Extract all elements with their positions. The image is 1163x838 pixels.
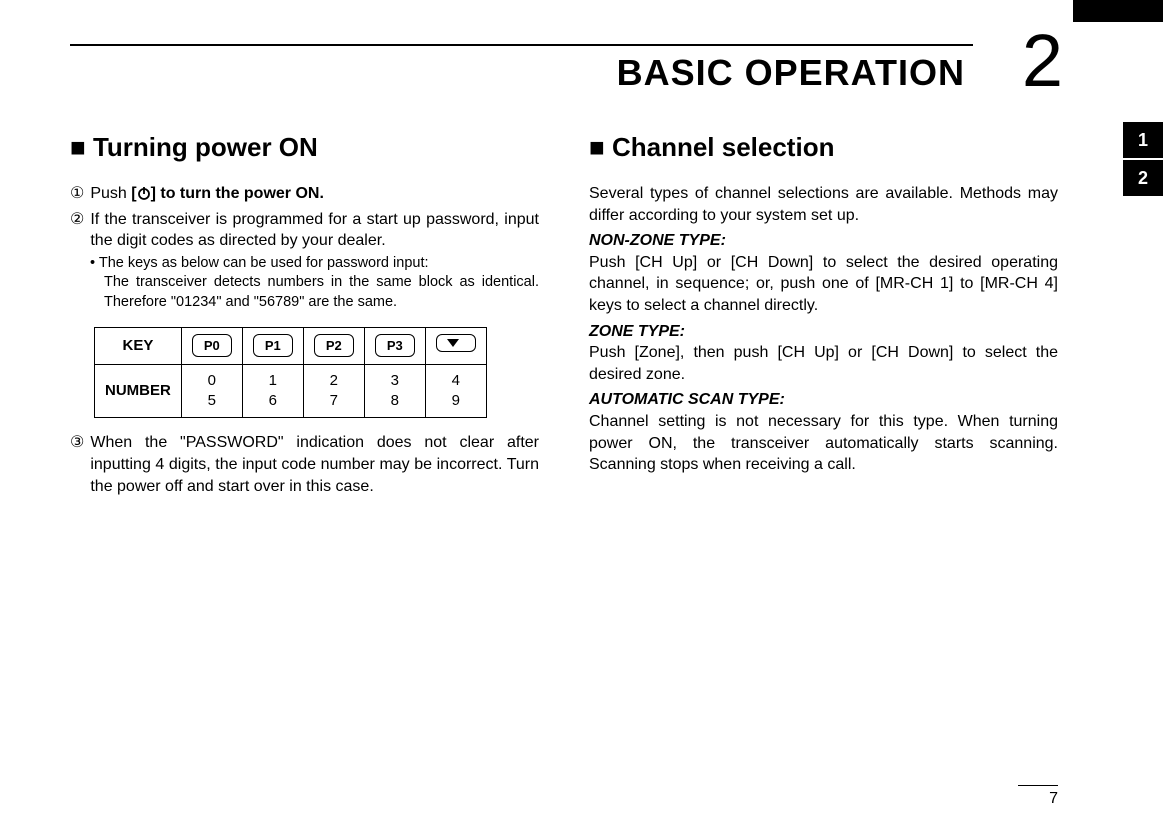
step1-pre: Push (90, 185, 131, 202)
num-top-0: 0 (192, 371, 232, 391)
page-number: 7 (1049, 790, 1058, 808)
side-tab-container: 1 2 (1123, 122, 1163, 198)
step-2: ② If the transceiver is programmed for a… (70, 209, 539, 252)
keycap-p2: P2 (314, 334, 354, 358)
num-cell-2: 2 7 (303, 364, 364, 418)
content-columns: ■ Turning power ON ① Push [] to turn the… (70, 130, 1058, 499)
nonzone-block: NON-ZONE TYPE: Push [CH Up] or [CH Down]… (589, 230, 1058, 316)
auto-body: Channel setting is not necessary for thi… (589, 413, 1058, 473)
channel-intro: Several types of channel selections are … (589, 183, 1058, 226)
num-bottom-8: 8 (375, 391, 415, 411)
zone-block: ZONE TYPE: Push [Zone], then push [CH Up… (589, 321, 1058, 386)
num-bottom-7: 7 (314, 391, 354, 411)
step-3: ③ When the "PASSWORD" indication does no… (70, 432, 539, 497)
nonzone-heading: NON-ZONE TYPE: (589, 232, 726, 249)
auto-heading: AUTOMATIC SCAN TYPE: (589, 391, 785, 408)
key-p0: P0 (181, 327, 242, 364)
table-number-label: NUMBER (95, 364, 182, 418)
num-cell-3: 3 8 (364, 364, 425, 418)
chapter-title: BASIC OPERATION (617, 52, 965, 94)
note-bullet: • The keys as below can be used for pass… (90, 254, 539, 274)
step-number-3: ③ (70, 432, 84, 497)
keycap-p1: P1 (253, 334, 293, 358)
num-cell-1: 1 6 (242, 364, 303, 418)
num-bottom-5: 5 (192, 391, 232, 411)
keycap-p3: P3 (375, 334, 415, 358)
keycap-p0: P0 (192, 334, 232, 358)
key-p2: P2 (303, 327, 364, 364)
key-down (425, 327, 486, 364)
section-bullet-icon-2: ■ (589, 132, 605, 162)
note-detail: The transceiver detects numbers in the s… (104, 273, 539, 312)
section-title-channel-selection: ■ Channel selection (589, 130, 1058, 165)
document-page: BASIC OPERATION 2 1 2 ■ Turning power ON… (0, 0, 1163, 838)
step-3-text: When the "PASSWORD" indication does not … (90, 432, 539, 497)
section-bullet-icon: ■ (70, 132, 86, 162)
side-tab-2: 2 (1123, 160, 1163, 196)
section-title-text-2: Channel selection (612, 132, 835, 162)
footer-rule (1018, 785, 1058, 786)
power-icon (137, 185, 151, 207)
num-cell-0: 0 5 (181, 364, 242, 418)
left-column: ■ Turning power ON ① Push [] to turn the… (70, 130, 539, 499)
auto-block: AUTOMATIC SCAN TYPE: Channel setting is … (589, 389, 1058, 475)
keycap-down-icon (436, 334, 476, 352)
top-right-black-tab (1073, 0, 1163, 22)
header-rule (70, 44, 973, 46)
chapter-number: 2 (1022, 24, 1063, 98)
side-tab-1: 1 (1123, 122, 1163, 158)
section-title-text: Turning power ON (93, 132, 318, 162)
num-top-3: 3 (375, 371, 415, 391)
key-p1: P1 (242, 327, 303, 364)
num-top-2: 2 (314, 371, 354, 391)
zone-body: Push [Zone], then push [CH Up] or [CH Do… (589, 344, 1058, 383)
password-key-table: KEY P0 P1 P2 P3 NUMBER 0 5 1 6 (94, 327, 487, 419)
step-1-text: Push [] to turn the power ON. (90, 183, 539, 207)
num-bottom-6: 6 (253, 391, 293, 411)
step-2-text: If the transceiver is programmed for a s… (90, 209, 539, 252)
step-number-1: ① (70, 183, 84, 207)
step-number-2: ② (70, 209, 84, 252)
num-top-1: 1 (253, 371, 293, 391)
key-p3: P3 (364, 327, 425, 364)
num-cell-4: 4 9 (425, 364, 486, 418)
zone-heading: ZONE TYPE: (589, 323, 685, 340)
num-top-4: 4 (436, 371, 476, 391)
step-1: ① Push [] to turn the power ON. (70, 183, 539, 207)
num-bottom-9: 9 (436, 391, 476, 411)
section-title-power-on: ■ Turning power ON (70, 130, 539, 165)
step1-post: ] to turn the power ON. (151, 185, 324, 202)
right-column: ■ Channel selection Several types of cha… (589, 130, 1058, 499)
table-key-label: KEY (95, 327, 182, 364)
nonzone-body: Push [CH Up] or [CH Down] to select the … (589, 254, 1058, 314)
